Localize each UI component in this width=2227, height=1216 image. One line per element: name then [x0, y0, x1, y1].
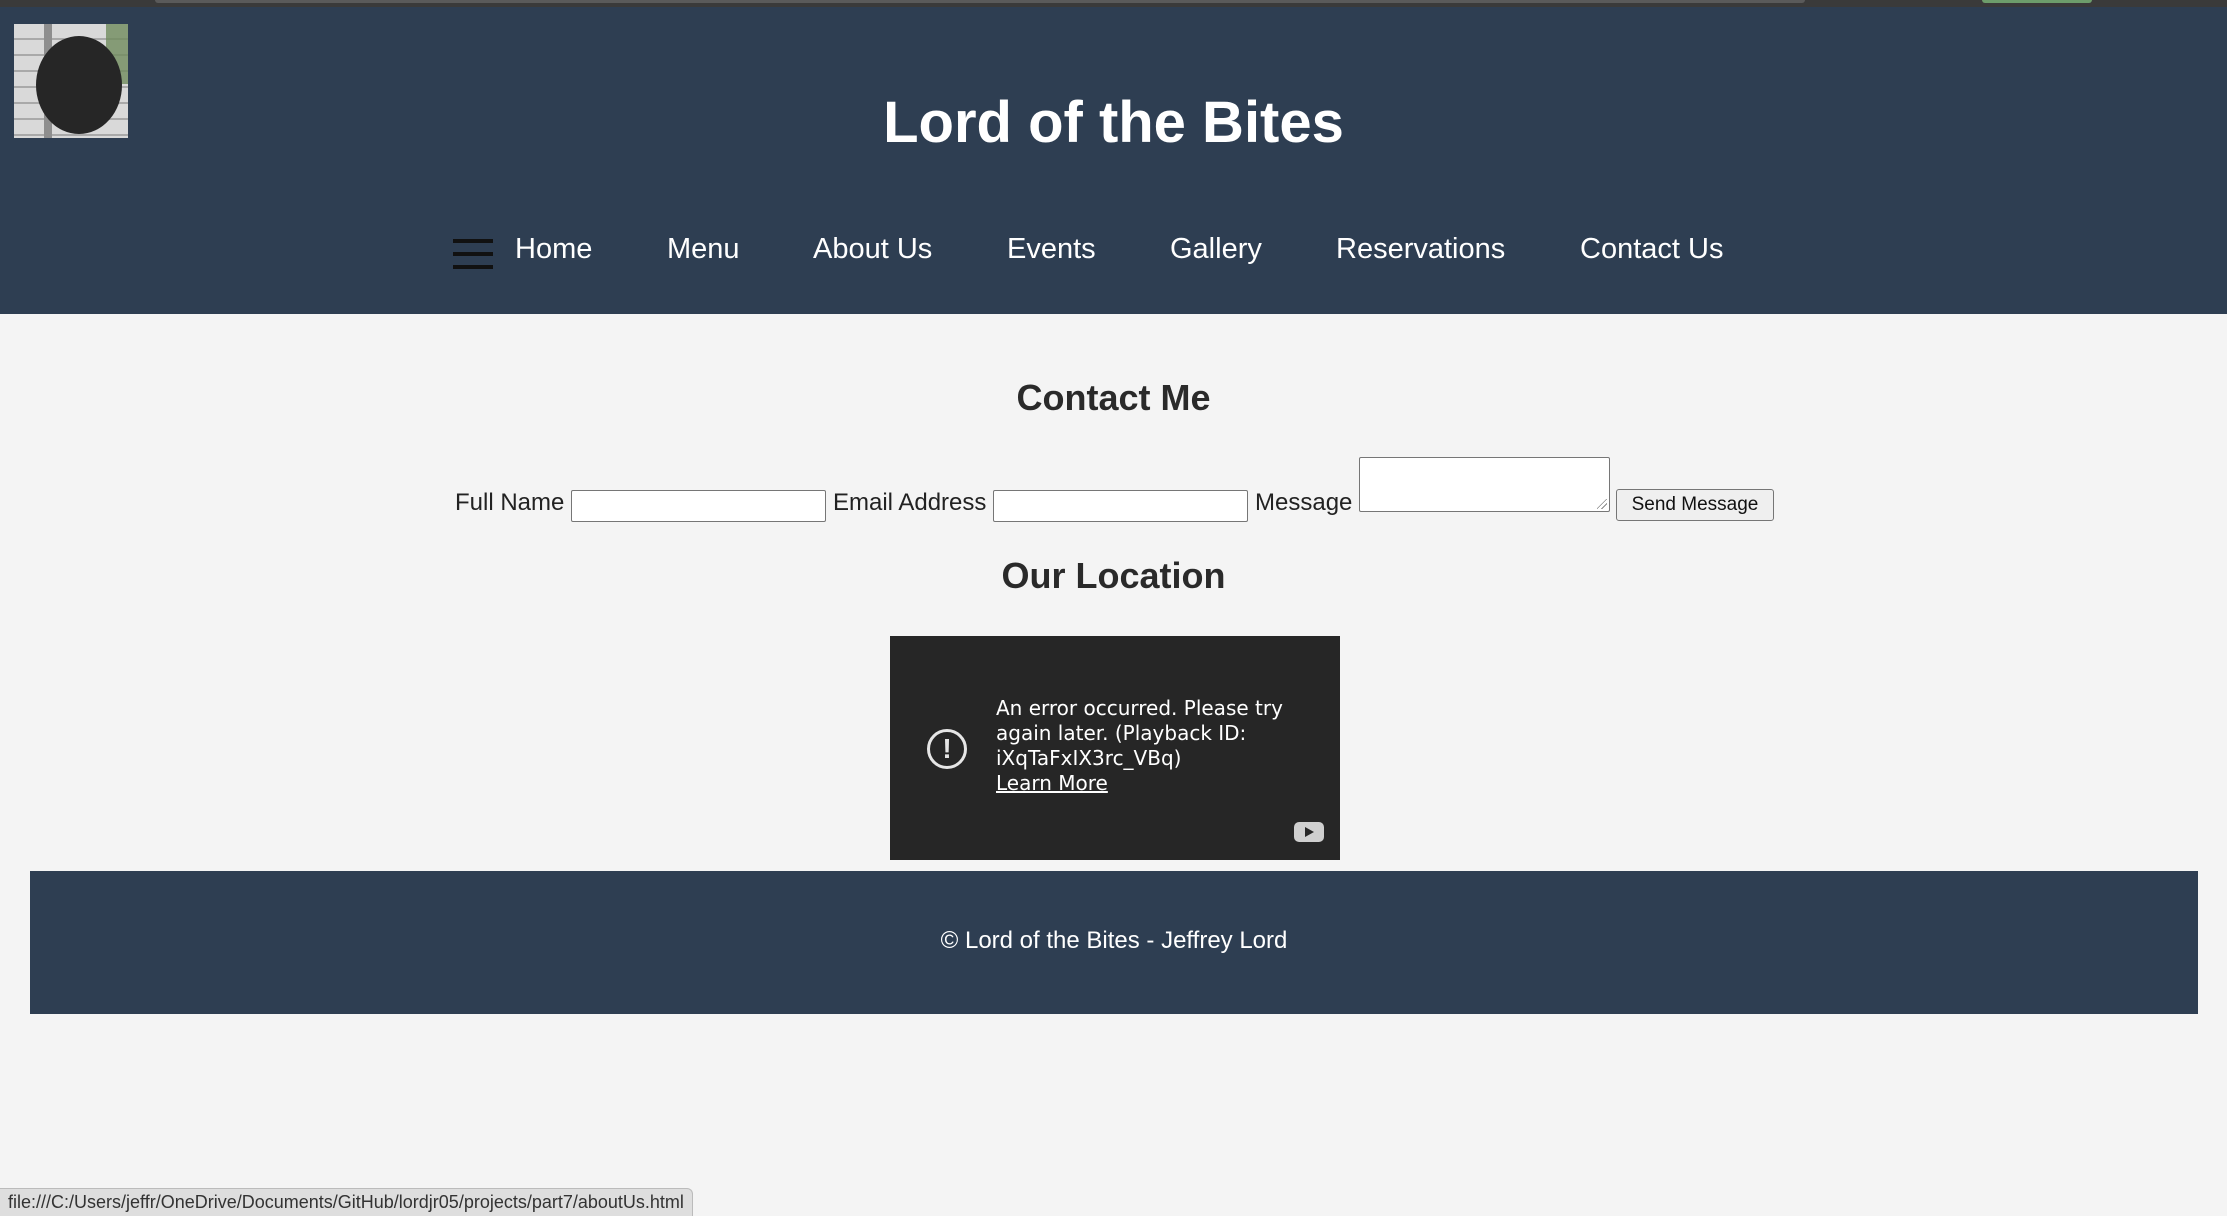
contact-heading: Contact Me — [1016, 377, 1211, 418]
map-video-embed[interactable]: ! An error occurred. Please try again la… — [890, 636, 1340, 860]
hamburger-icon[interactable] — [453, 239, 493, 269]
footer-copyright: © Lord of the Bites - Jeffrey Lord — [940, 927, 1288, 954]
full-name-label: Full Name — [455, 489, 565, 516]
full-name-input[interactable] — [571, 490, 826, 522]
nav-link-events[interactable]: Events — [1007, 233, 1096, 266]
nav-link-about-us[interactable]: About Us — [813, 233, 932, 266]
youtube-icon[interactable] — [1294, 822, 1324, 842]
main-nav: Home Menu About Us Events Gallery Reserv… — [0, 223, 2227, 283]
nav-link-reservations[interactable]: Reservations — [1336, 233, 1505, 266]
nav-link-contact-us[interactable]: Contact Us — [1580, 233, 1723, 266]
address-bar-edge — [155, 0, 1805, 3]
email-input[interactable] — [993, 490, 1248, 522]
nav-link-gallery[interactable]: Gallery — [1170, 233, 1262, 266]
site-footer: © Lord of the Bites - Jeffrey Lord — [30, 871, 2198, 1014]
nav-link-menu[interactable]: Menu — [667, 233, 740, 266]
location-heading: Our Location — [1001, 555, 1226, 596]
nav-link-home[interactable]: Home — [515, 233, 592, 266]
message-label: Message — [1255, 489, 1353, 516]
video-error-text: An error occurred. Please try again late… — [996, 696, 1306, 796]
alert-circle-icon: ! — [927, 729, 967, 769]
site-title: Lord of the Bites — [883, 90, 1344, 155]
toolbar-pill — [1982, 0, 2092, 3]
send-message-button[interactable]: Send Message — [1616, 489, 1774, 521]
message-textarea[interactable] — [1359, 457, 1610, 512]
site-header: Lord of the Bites Home Menu About Us Eve… — [0, 7, 2227, 314]
email-label: Email Address — [833, 489, 987, 516]
browser-status-url: file:///C:/Users/jeffr/OneDrive/Document… — [0, 1188, 693, 1216]
video-error-message: An error occurred. Please try again late… — [996, 696, 1283, 770]
learn-more-link[interactable]: Learn More — [996, 771, 1306, 796]
browser-top-strip — [0, 0, 2227, 7]
resize-handle-icon[interactable] — [1597, 499, 1607, 509]
